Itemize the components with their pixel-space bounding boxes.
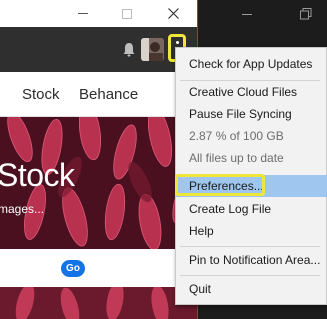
- title-bar: [0, 0, 197, 27]
- menu-item-create-log[interactable]: Create Log File: [176, 198, 327, 220]
- hero-subtitle: mages...: [0, 202, 45, 216]
- notifications-button[interactable]: [119, 40, 139, 60]
- content-image: [0, 287, 197, 319]
- maximize-icon: [122, 8, 132, 19]
- close-icon: [167, 8, 179, 19]
- menu-item-preferences[interactable]: Preferences...: [175, 174, 327, 197]
- tab-stock[interactable]: Stock: [22, 86, 60, 103]
- avatar[interactable]: [141, 38, 164, 61]
- minimize-icon: [78, 13, 88, 14]
- go-button[interactable]: Go: [61, 260, 85, 277]
- menu-item-cloud-files[interactable]: Creative Cloud Files: [176, 81, 327, 103]
- menu-item-pin-notification[interactable]: Pin to Notification Area...: [176, 249, 327, 271]
- restore-icon[interactable]: [300, 8, 312, 20]
- menu-item-storage-usage: 2.87 % of 100 GB: [189, 129, 284, 143]
- more-vertical-icon: [175, 40, 179, 44]
- menu-item-check-updates[interactable]: Check for App Updates: [176, 53, 327, 75]
- tab-behance[interactable]: Behance: [79, 86, 138, 103]
- nav-bar: Stock Behance: [0, 72, 197, 117]
- minimize-icon[interactable]: [242, 14, 252, 15]
- hero-title: Stock: [0, 157, 75, 193]
- app-header: [0, 27, 197, 72]
- hero-banner: Stock mages...: [0, 117, 197, 249]
- creative-cloud-window: Stock Behance Stock mages... Go: [0, 0, 197, 319]
- maximize-button[interactable]: [114, 0, 140, 27]
- avatar-image: [141, 38, 164, 61]
- context-menu: Check for App Updates Creative Cloud Fil…: [175, 47, 327, 305]
- menu-separator: [180, 275, 320, 276]
- preferences-highlight-box: [175, 174, 265, 196]
- bell-icon: [123, 43, 135, 57]
- search-bar[interactable]: Go: [0, 249, 197, 287]
- menu-separator: [180, 246, 320, 247]
- content-image-strip: [0, 287, 197, 319]
- menu-item-help[interactable]: Help: [176, 220, 327, 242]
- menu-item-pause-syncing[interactable]: Pause File Syncing: [176, 103, 327, 125]
- minimize-button[interactable]: [70, 0, 96, 27]
- menu-item-quit[interactable]: Quit: [176, 278, 327, 300]
- menu-item-sync-status: All files up to date: [189, 151, 284, 165]
- close-button[interactable]: [160, 0, 186, 27]
